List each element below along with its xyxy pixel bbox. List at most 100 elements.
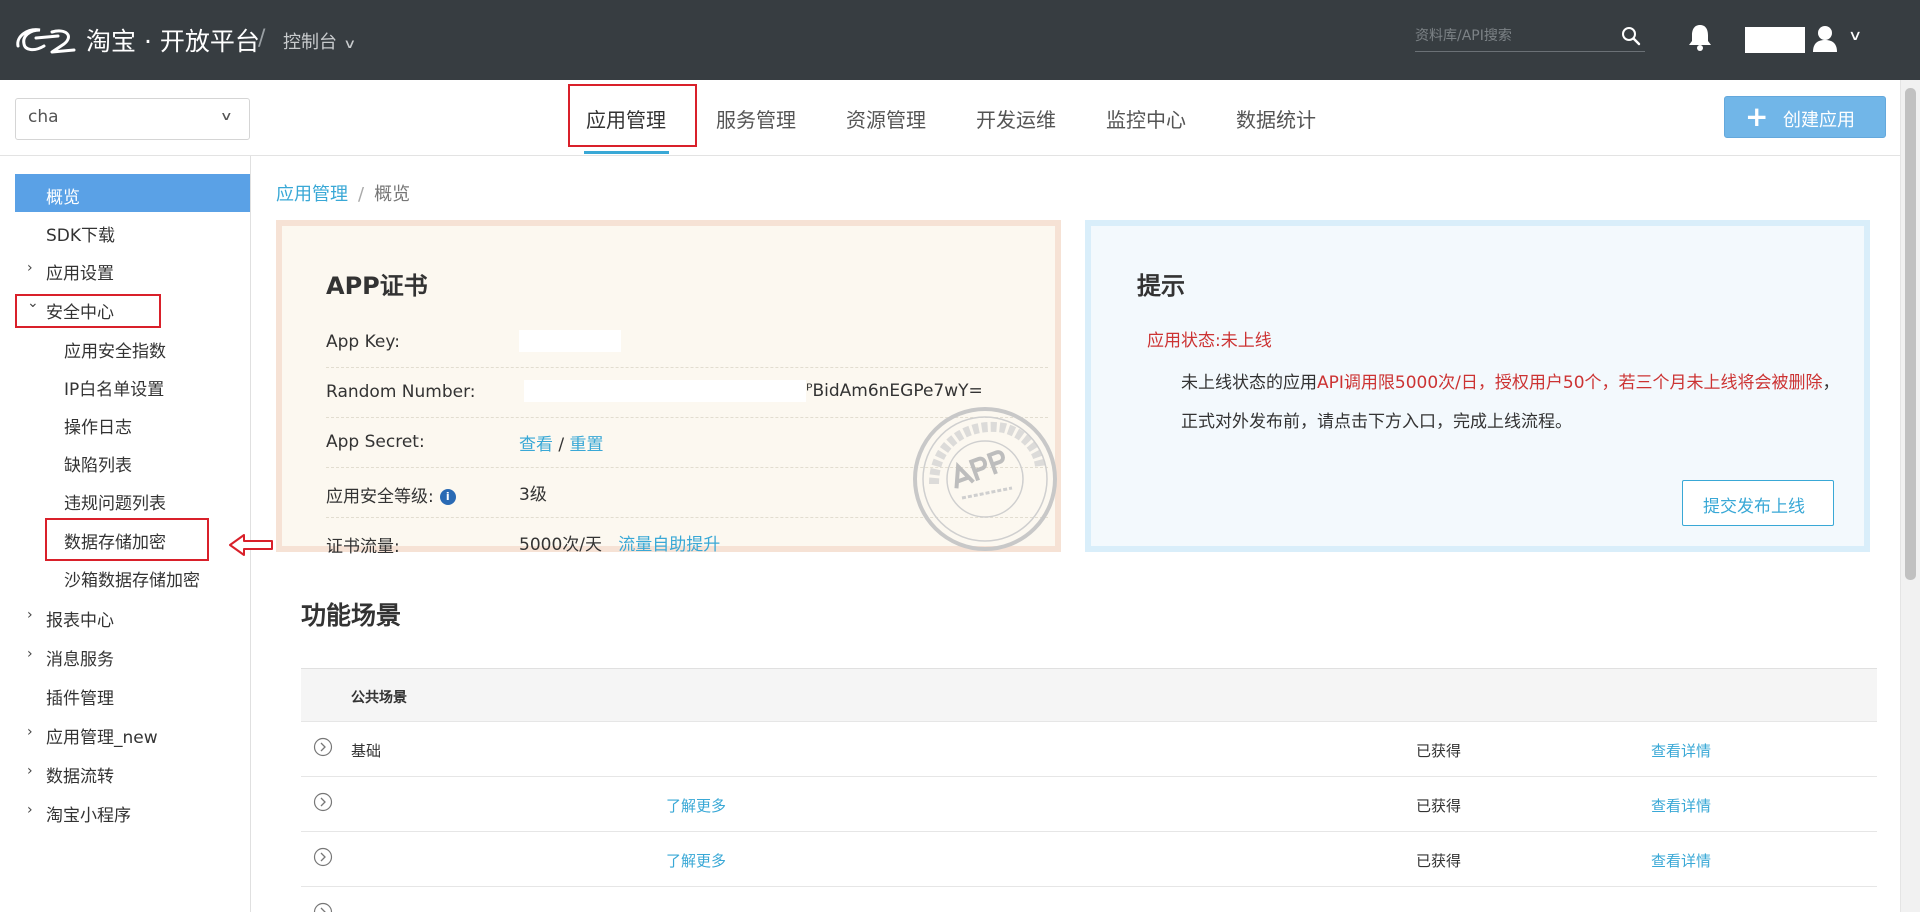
field-label: App Key:: [326, 332, 400, 352]
secret-slash: /: [558, 435, 565, 455]
expand-icon[interactable]: [313, 847, 333, 867]
app-selector-value: cha: [28, 107, 59, 127]
sidebar-item-data-flow[interactable]: › 数据流转: [15, 753, 250, 791]
view-details-link[interactable]: 查看详情: [1651, 795, 1711, 816]
user-icon[interactable]: [1812, 24, 1838, 52]
certificate-stamp-icon: [913, 407, 1057, 551]
expand-icon[interactable]: [313, 902, 333, 912]
tab-resource-management[interactable]: 资源管理: [846, 104, 926, 133]
sidebar-item-plugin-management[interactable]: 插件管理: [15, 675, 250, 713]
sidebar-item-label: 数据流转: [46, 767, 114, 787]
learn-more-link[interactable]: 了解更多: [666, 850, 726, 871]
console-menu[interactable]: 控制台 ∨: [283, 28, 356, 54]
tip-warning-text: API调用限5000次/日，授权用户50个，若三个月未上线将会被删除: [1317, 373, 1823, 393]
brand-separator: /: [258, 26, 266, 51]
sidebar-item-overview[interactable]: 概览: [15, 174, 250, 212]
tab-dev-ops[interactable]: 开发运维: [976, 104, 1056, 133]
sidebar-item-ip-whitelist[interactable]: IP白名单设置: [15, 366, 250, 404]
app-secret-actions: 查看 / 重置: [519, 430, 604, 455]
chevron-down-icon[interactable]: ∨: [1848, 28, 1862, 44]
sidebar-item-message-service[interactable]: › 消息服务: [15, 636, 250, 674]
sidebar-item-label: 缺陷列表: [64, 456, 132, 476]
top-bar: 淘宝 · 开放平台 / 控制台 ∨ ∨: [0, 0, 1920, 80]
sidebar-item-label: 应用安全指数: [64, 342, 166, 362]
chevron-right-icon: ›: [27, 802, 33, 818]
tab-data-statistics[interactable]: 数据统计: [1236, 104, 1316, 133]
traffic-value: 5000次/天: [519, 535, 602, 555]
sidebar-item-label: 概览: [46, 188, 80, 208]
sidebar-item-label: IP白名单设置: [64, 380, 165, 400]
highlight-box-data-encryption: [45, 518, 209, 561]
scrollbar-thumb[interactable]: [1905, 88, 1916, 580]
expand-icon[interactable]: [313, 737, 333, 757]
platform-brand[interactable]: 淘宝 · 开放平台: [86, 22, 260, 58]
sidebar-item-report-center[interactable]: › 报表中心: [15, 597, 250, 635]
bell-icon[interactable]: [1686, 22, 1714, 52]
highlight-box-tab: [568, 84, 697, 147]
view-details-link[interactable]: 查看详情: [1651, 740, 1711, 761]
sidebar-item-defect-list[interactable]: 缺陷列表: [15, 442, 250, 480]
breadcrumb: 应用管理 / 概览: [276, 180, 410, 206]
submit-release-button[interactable]: 提交发布上线: [1682, 480, 1834, 526]
expand-icon[interactable]: [313, 792, 333, 812]
table-row: 基础 已获得 查看详情: [301, 722, 1877, 777]
sidebar-item-label: 违规问题列表: [64, 494, 166, 514]
tab-monitor-center[interactable]: 监控中心: [1106, 104, 1186, 133]
tab-service-management[interactable]: 服务管理: [716, 104, 796, 133]
chevron-right-icon: ›: [27, 646, 33, 662]
sidebar-item-label: 应用管理_new: [46, 728, 158, 748]
table-row: 了解更多 已获得 查看详情: [301, 832, 1877, 887]
traffic-upgrade-link[interactable]: 流量自助提升: [618, 535, 720, 555]
scenario-status: 已获得: [1416, 852, 1462, 870]
section-title: 功能场景: [301, 601, 402, 630]
scenario-name: 基础: [351, 742, 382, 760]
sidebar-item-app-management-new[interactable]: › 应用管理_new: [15, 714, 250, 752]
create-app-label: 创建应用: [1783, 110, 1855, 131]
breadcrumb-link[interactable]: 应用管理: [276, 184, 348, 205]
alibaba-logo-icon[interactable]: [14, 24, 76, 58]
search-icon[interactable]: [1621, 26, 1641, 46]
create-app-button[interactable]: + 创建应用: [1724, 96, 1886, 138]
random-number-suffix: ᴾBidAm6nEGPe7wY=: [806, 381, 983, 401]
chevron-right-icon: ›: [27, 260, 33, 276]
learn-more-link[interactable]: 了解更多: [666, 795, 726, 816]
sidebar-item-label: 插件管理: [46, 689, 114, 709]
sidebar-item-operation-log[interactable]: 操作日志: [15, 404, 250, 442]
active-tab-underline: [584, 151, 669, 154]
sidebar-item-violation-list[interactable]: 违规问题列表: [15, 480, 250, 518]
breadcrumb-current: 概览: [374, 184, 411, 205]
sub-header: cha ∨ 应用管理 服务管理 资源管理 开发运维 监控中心 数据统计 + 创建…: [0, 80, 1900, 156]
reset-secret-link[interactable]: 重置: [570, 435, 604, 455]
random-number-value: ᴾBidAm6nEGPe7wY=: [524, 380, 983, 402]
user-name-masked[interactable]: [1745, 27, 1805, 53]
plus-icon: +: [1745, 100, 1769, 133]
table-row: 了解更多 已获得 查看详情: [301, 777, 1877, 832]
app-key-value-masked: [519, 330, 621, 352]
sidebar-item-sdk-download[interactable]: SDK下载: [15, 212, 250, 250]
app-key-row: App Key:: [326, 318, 1048, 368]
sidebar-item-label: 操作日志: [64, 418, 132, 438]
sidebar-item-app-settings[interactable]: › 应用设置: [15, 250, 250, 288]
card-title: APP证书: [326, 272, 428, 300]
view-details-link[interactable]: 查看详情: [1651, 850, 1711, 871]
page-scrollbar[interactable]: [1900, 80, 1920, 912]
field-label: 证书流量:: [326, 537, 400, 557]
field-label: App Secret:: [326, 432, 425, 452]
security-level-label: 应用安全等级: i: [326, 482, 456, 507]
masked-region: [524, 380, 806, 402]
view-secret-link[interactable]: 查看: [519, 435, 553, 455]
info-icon[interactable]: i: [439, 489, 456, 505]
tip-message-part: 未上线状态的应用: [1181, 373, 1317, 393]
sidebar-item-taobao-miniapp[interactable]: › 淘宝小程序: [15, 792, 250, 830]
breadcrumb-separator: /: [358, 184, 365, 205]
search-input[interactable]: [1415, 22, 1615, 50]
submit-release-label: 提交发布上线: [1703, 497, 1805, 517]
sidebar-item-security-index[interactable]: 应用安全指数: [15, 328, 250, 366]
app-selector[interactable]: cha ∨: [15, 98, 250, 140]
app-status-text: 应用状态:未上线: [1147, 331, 1272, 351]
sidebar-item-sandbox-encryption[interactable]: 沙箱数据存储加密: [15, 557, 250, 595]
left-arrow-icon: [229, 534, 273, 556]
tip-message: 未上线状态的应用API调用限5000次/日，授权用户50个，若三个月未上线将会被…: [1181, 364, 1853, 442]
app-certificate-card: APP证书 App Key: Random Number: ᴾBidAm6nEG…: [276, 220, 1061, 557]
chevron-right-icon: ›: [27, 607, 33, 623]
